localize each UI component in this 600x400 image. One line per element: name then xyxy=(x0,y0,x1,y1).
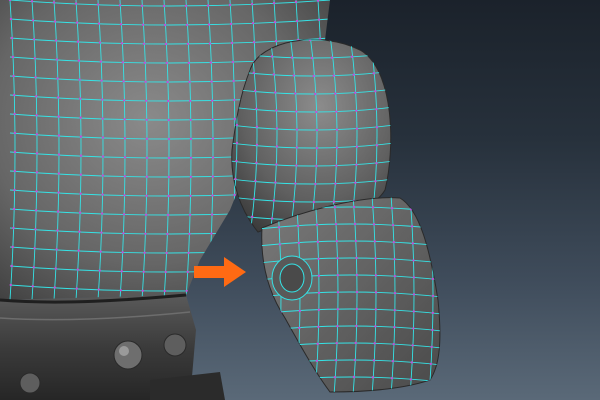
3d-viewport[interactable] xyxy=(0,0,600,400)
belt-mesh xyxy=(0,293,225,400)
knee-joint-loop[interactable] xyxy=(271,255,313,301)
belt-stud xyxy=(163,333,187,357)
belt-stud xyxy=(113,340,143,370)
wireframe-model[interactable] xyxy=(0,0,600,400)
arrow-right-icon xyxy=(194,257,250,287)
belt-stud xyxy=(19,372,41,394)
